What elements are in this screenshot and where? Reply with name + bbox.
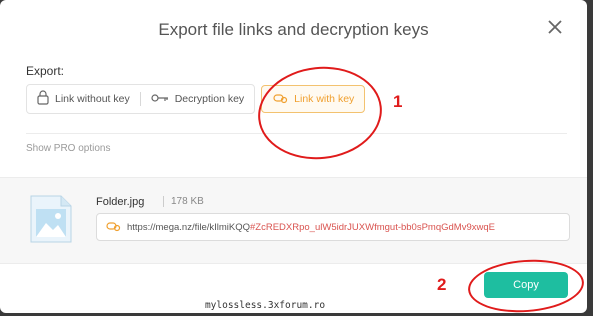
- watermark: mylossless.3xforum.ro: [185, 298, 345, 313]
- padlock-icon: [37, 90, 49, 108]
- key-icon: [151, 93, 169, 106]
- file-size: 178 KB: [163, 196, 204, 207]
- show-pro-options-link[interactable]: Show PRO options: [26, 143, 111, 154]
- decryption-key-option[interactable]: Decryption key: [141, 85, 254, 113]
- link-without-key-option[interactable]: Link without key: [27, 85, 140, 113]
- export-options-group: Link without key Decryption key: [26, 84, 256, 114]
- image-thumbnail-icon: [30, 195, 72, 243]
- annotation-number-2: 2: [437, 275, 447, 294]
- link-without-key-label: Link without key: [55, 93, 130, 105]
- export-link-field[interactable]: https://mega.nz/file/kIlmiKQQ #ZcREDXRpo_…: [96, 213, 570, 241]
- link-url: https://mega.nz/file/kIlmiKQQ: [127, 221, 251, 233]
- close-icon[interactable]: [545, 17, 565, 37]
- link-key-icon: [105, 219, 121, 236]
- dialog-title: Export file links and decryption keys: [158, 20, 429, 39]
- file-name: Folder.jpg: [96, 196, 145, 208]
- export-label: Export:: [26, 64, 65, 78]
- annotation-number-1: 1: [393, 92, 403, 111]
- decryption-key-label: Decryption key: [174, 93, 245, 105]
- link-key: #ZcREDXRpo_ulW5idrJUXWfmgut-bb0sPmqGdMv9…: [250, 221, 495, 233]
